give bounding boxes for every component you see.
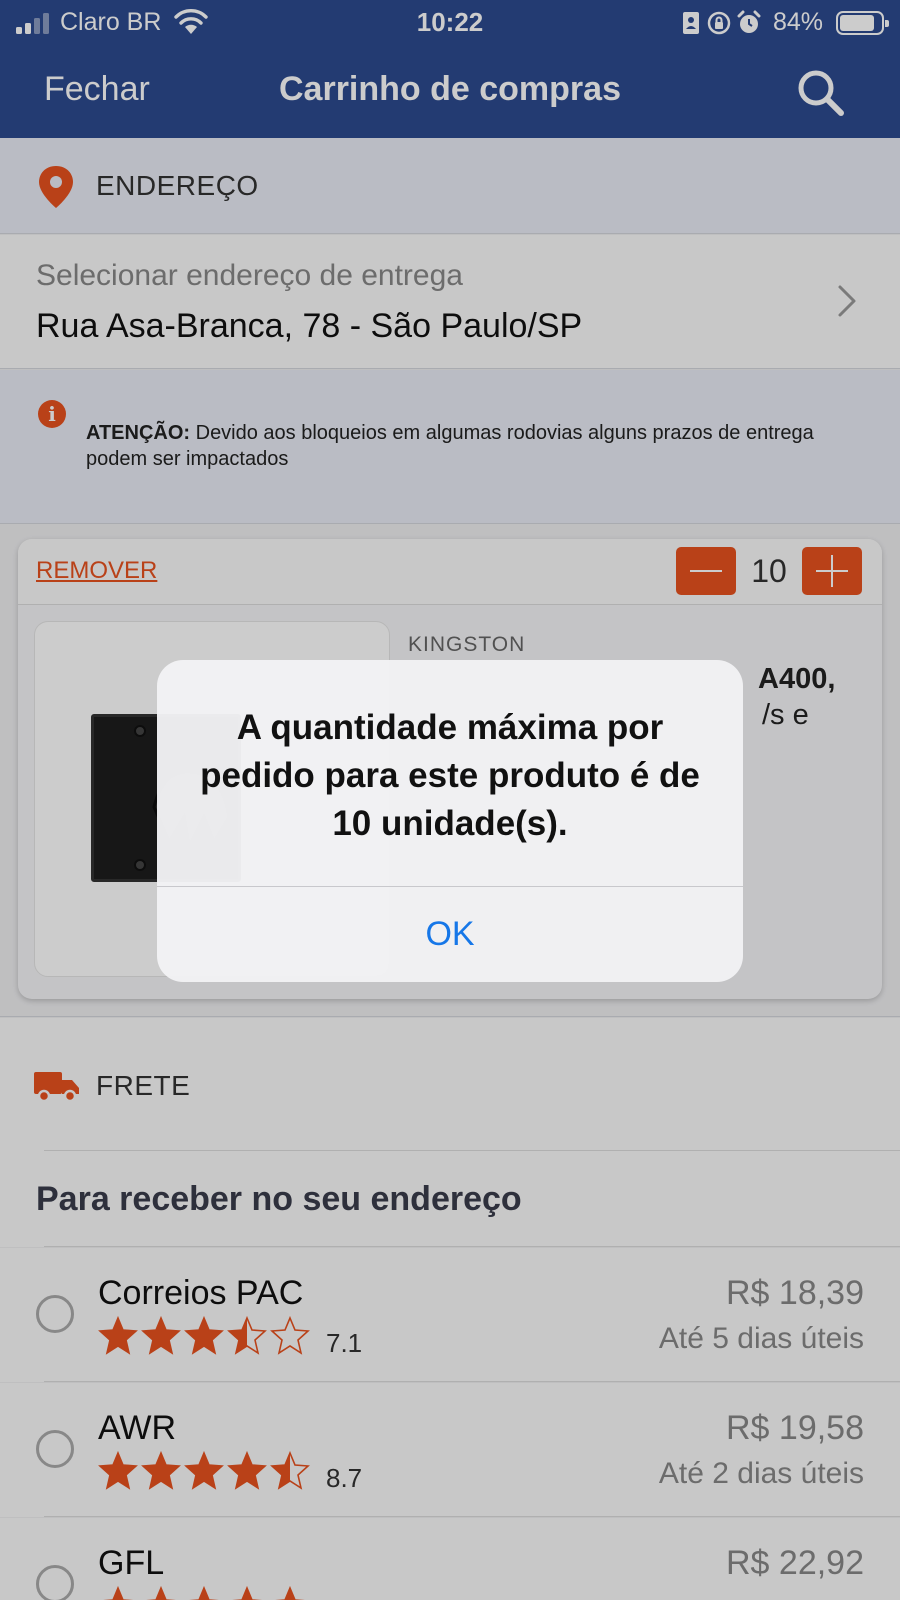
ok-button[interactable]: OK	[157, 887, 743, 982]
alert-message: A quantidade máxima por pedido para este…	[200, 708, 700, 843]
alert-dialog: A quantidade máxima por pedido para este…	[157, 660, 743, 982]
